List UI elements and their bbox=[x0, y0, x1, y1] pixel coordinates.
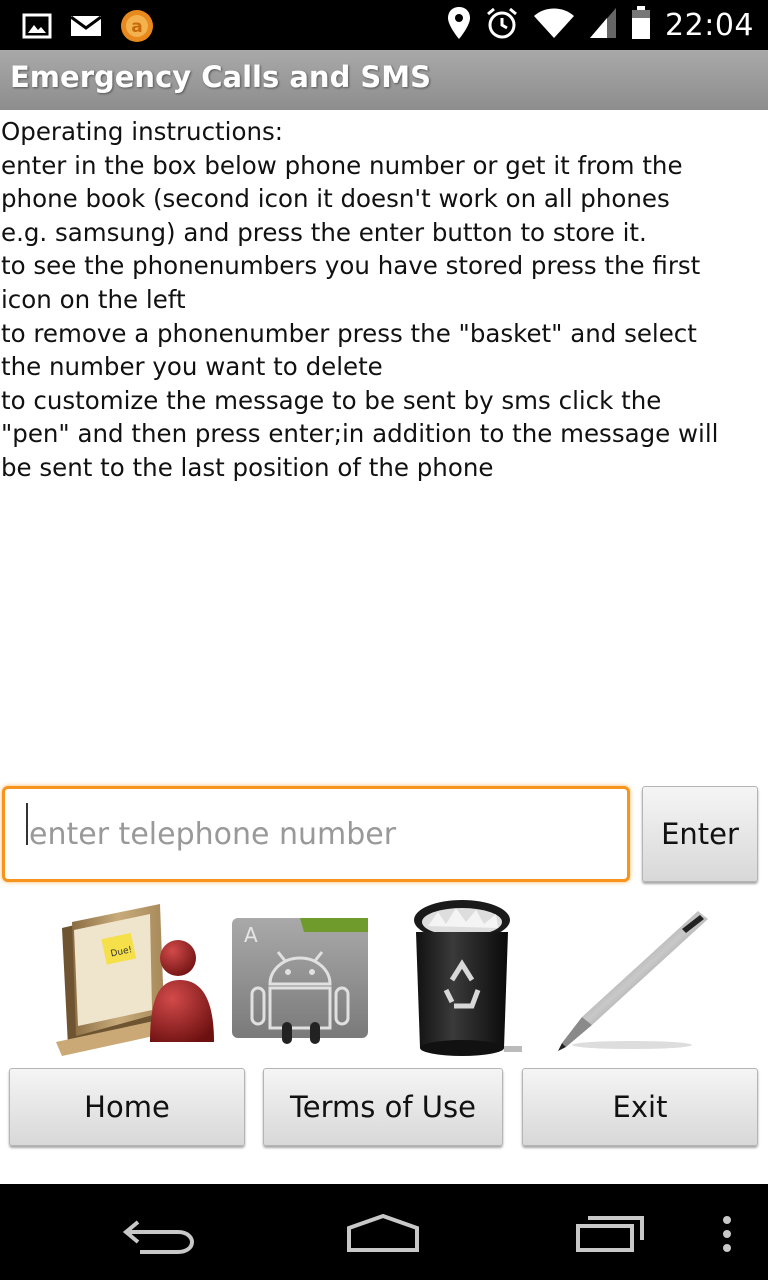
clock: 22:04 bbox=[665, 7, 754, 43]
svg-text:a: a bbox=[131, 17, 142, 37]
image-notification-icon bbox=[22, 12, 52, 44]
status-bar: a 22:04 bbox=[0, 0, 768, 50]
menu-icon[interactable] bbox=[720, 1214, 734, 1258]
back-icon[interactable] bbox=[122, 1214, 196, 1258]
mail-notification-icon bbox=[70, 13, 102, 43]
terms-of-use-button[interactable]: Terms of Use bbox=[263, 1068, 503, 1146]
wifi-icon bbox=[533, 7, 575, 43]
home-icon[interactable] bbox=[345, 1213, 421, 1258]
navigation-bar bbox=[0, 1184, 768, 1280]
alarm-icon bbox=[485, 6, 519, 44]
enter-button[interactable]: Enter bbox=[642, 786, 758, 882]
battery-icon bbox=[631, 6, 651, 44]
title-bar: Emergency Calls and SMS bbox=[0, 50, 768, 110]
phone-number-input[interactable] bbox=[2, 786, 630, 882]
app-notification-icon: a bbox=[120, 9, 154, 47]
system-icons: 22:04 bbox=[447, 6, 754, 44]
svg-text:A: A bbox=[244, 923, 258, 947]
location-icon bbox=[447, 6, 471, 44]
android-phonebook-icon[interactable]: A bbox=[230, 912, 370, 1044]
recycle-bin-icon[interactable] bbox=[408, 898, 526, 1060]
signal-icon bbox=[589, 7, 617, 43]
recents-icon[interactable] bbox=[574, 1214, 646, 1258]
instructions-text: Operating instructions: enter in the box… bbox=[1, 117, 719, 482]
text-cursor bbox=[26, 803, 28, 845]
notification-icons: a bbox=[22, 9, 154, 47]
contacts-folder-icon[interactable]: Due! bbox=[48, 900, 218, 1056]
exit-button[interactable]: Exit bbox=[522, 1068, 758, 1146]
app-title: Emergency Calls and SMS bbox=[10, 60, 432, 94]
home-button[interactable]: Home bbox=[9, 1068, 245, 1146]
pen-icon[interactable] bbox=[552, 905, 712, 1055]
